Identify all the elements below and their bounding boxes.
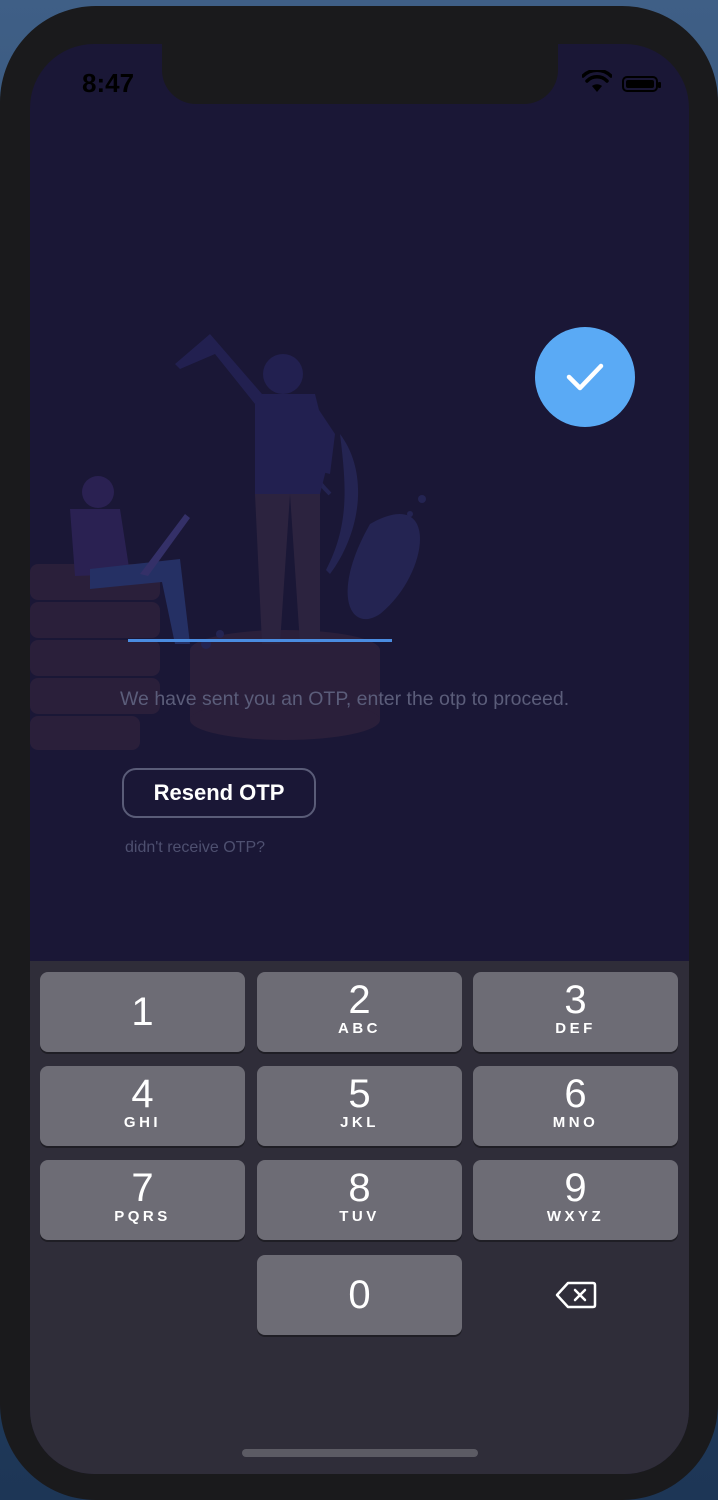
otp-input[interactable]: [128, 604, 392, 642]
key-letters: JKL: [340, 1114, 379, 1131]
app-screen: 8:47 We have sent you an OTP, enter the …: [30, 44, 689, 1474]
key-digit: 7: [131, 1166, 154, 1210]
home-indicator[interactable]: [242, 1449, 478, 1457]
checkmark-icon: [566, 363, 604, 391]
key-6[interactable]: 6 MNO: [473, 1066, 678, 1146]
key-letters: TUV: [339, 1208, 380, 1225]
key-letters: WXYZ: [546, 1208, 605, 1225]
key-2[interactable]: 2 ABC: [257, 972, 462, 1052]
key-5[interactable]: 5 JKL: [257, 1066, 462, 1146]
didnt-receive-text: didn't receive OTP?: [125, 839, 266, 856]
key-7[interactable]: 7 PQRS: [40, 1160, 245, 1240]
key-letters: PQRS: [114, 1208, 171, 1225]
key-letters: GHI: [123, 1114, 162, 1131]
wifi-icon: [582, 70, 612, 92]
key-digit: 0: [348, 1273, 371, 1317]
backspace-icon: [555, 1281, 596, 1309]
key-digit: 4: [131, 1072, 154, 1116]
otp-instruction-text: We have sent you an OTP, enter the otp t…: [120, 688, 570, 710]
battery-icon: [622, 76, 661, 92]
key-4[interactable]: 4 GHI: [40, 1066, 245, 1146]
key-3[interactable]: 3 DEF: [473, 972, 678, 1052]
key-digit: 3: [564, 978, 587, 1022]
resend-otp-button[interactable]: Resend OTP: [122, 768, 316, 818]
key-digit: 5: [348, 1072, 371, 1116]
notch: [162, 44, 558, 104]
key-letters: ABC: [338, 1020, 381, 1037]
phone-frame: 8:47 We have sent you an OTP, enter the …: [0, 6, 718, 1500]
key-0[interactable]: 0: [257, 1255, 462, 1335]
key-digit: 6: [564, 1072, 587, 1116]
status-time: 8:47: [82, 68, 135, 98]
delete-key[interactable]: [473, 1255, 678, 1335]
key-9[interactable]: 9 WXYZ: [473, 1160, 678, 1240]
key-digit: 9: [564, 1166, 587, 1210]
key-digit: 8: [348, 1166, 371, 1210]
key-letters: DEF: [555, 1020, 596, 1037]
key-1[interactable]: 1: [40, 972, 245, 1052]
key-digit: 2: [348, 978, 371, 1022]
key-letters: MNO: [552, 1114, 599, 1131]
key-digit: 1: [131, 990, 154, 1034]
submit-check-button[interactable]: [535, 327, 635, 427]
key-8[interactable]: 8 TUV: [257, 1160, 462, 1240]
